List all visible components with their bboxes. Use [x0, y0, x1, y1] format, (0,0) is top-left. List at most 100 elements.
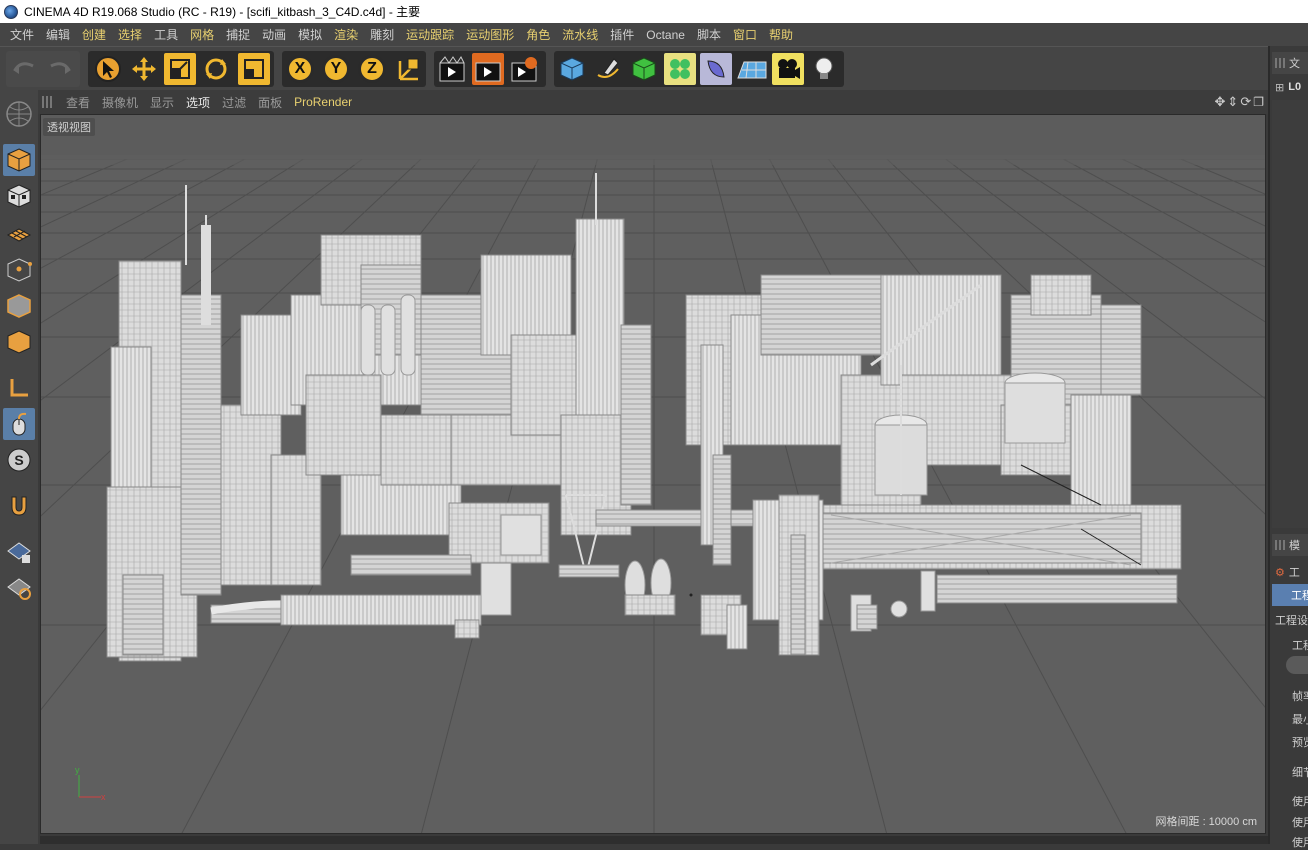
scene-render: y x — [41, 115, 1265, 833]
pen-spline-button[interactable] — [592, 53, 624, 85]
project-settings-section: 工程设 — [1272, 609, 1308, 631]
cube-object-button[interactable] — [556, 53, 588, 85]
viewport-menu-panel[interactable]: 面板 — [252, 94, 288, 111]
polygons-mode-button[interactable] — [3, 326, 35, 358]
project-tab-selected[interactable]: 工程 — [1272, 584, 1308, 606]
menu-item-10[interactable]: 雕刻 — [364, 26, 400, 43]
cloner-button[interactable] — [664, 53, 696, 85]
hierarchy-icon[interactable]: ⊞ — [1275, 81, 1284, 94]
rotate-tool-button[interactable] — [200, 53, 232, 85]
menu-item-16[interactable]: Octane — [640, 28, 691, 42]
objects-toolbar: ⊞ L0 — [1272, 76, 1308, 98]
menu-item-19[interactable]: 帮助 — [763, 26, 799, 43]
viewport-menu-display[interactable]: 显示 — [144, 94, 180, 111]
live-selection-button[interactable] — [92, 53, 124, 85]
lock-workplane-button[interactable] — [3, 536, 35, 568]
texture-mode-button[interactable] — [3, 180, 35, 212]
menu-item-4[interactable]: 工具 — [148, 26, 184, 43]
scale-tool-button[interactable] — [164, 53, 196, 85]
menu-item-2[interactable]: 创建 — [76, 26, 112, 43]
layer-icon-label[interactable]: L0 — [1288, 81, 1301, 93]
drag-handle-icon[interactable] — [42, 96, 54, 108]
project-settings-label: 工程设 — [1275, 615, 1308, 627]
menu-item-18[interactable]: 窗口 — [727, 26, 763, 43]
viewport-menu-cameras[interactable]: 摄像机 — [96, 94, 144, 111]
redo-button[interactable] — [44, 53, 76, 85]
planar-workplane-button[interactable] — [3, 572, 35, 604]
svg-text:x: x — [101, 792, 106, 802]
world-grid-icon[interactable] — [3, 98, 35, 130]
viewport-rotate-icon[interactable]: ⟳ — [1240, 94, 1251, 110]
model-mode-button[interactable] — [3, 144, 35, 176]
menu-item-5[interactable]: 网格 — [184, 26, 220, 43]
objects-tab-label: 文 — [1289, 58, 1300, 70]
undo-button[interactable] — [8, 53, 40, 85]
viewport-zoom-icon[interactable]: ⇕ — [1227, 94, 1238, 110]
menu-item-17[interactable]: 脚本 — [691, 26, 727, 43]
attr-label-4: 预览 — [1292, 737, 1308, 749]
solo-mode-button[interactable]: S — [3, 444, 35, 476]
grip-icon-2 — [1275, 540, 1285, 550]
viewport-maximize-icon[interactable]: ❐ — [1253, 95, 1264, 109]
attributes-mode-label[interactable]: 工 — [1289, 564, 1300, 580]
object-manager-area[interactable] — [1272, 100, 1308, 528]
attr-label-8: 使用 — [1292, 837, 1308, 849]
menu-bar: 文件 编辑 创建 选择 工具 网格 捕捉 动画 模拟 渲染 雕刻 运动跟踪 运动图形 角色 流水线 插件 Oct… — [0, 23, 1308, 46]
x-axis-lock-button[interactable]: X — [284, 53, 316, 85]
viewport-move-icon[interactable]: ✥ — [1215, 94, 1226, 110]
workplane-mode-button[interactable] — [3, 216, 35, 248]
viewport-name-label[interactable]: 透视视图 — [43, 118, 95, 136]
light-object-button[interactable] — [808, 53, 840, 85]
menu-item-8[interactable]: 模拟 — [292, 26, 328, 43]
menu-item-7[interactable]: 动画 — [256, 26, 292, 43]
viewport-menu-view[interactable]: 查看 — [60, 94, 96, 111]
viewport-menu-prorender[interactable]: ProRender — [288, 95, 358, 109]
attr-label-2: 帧率 — [1292, 691, 1308, 703]
deformer-button[interactable] — [700, 53, 732, 85]
perspective-viewport[interactable]: y x 透视视图 网格间距 : 10000 cm — [40, 114, 1266, 834]
axis-gizmo: y x — [75, 765, 106, 802]
project-scale-field[interactable] — [1286, 656, 1308, 674]
viewport-menu-options[interactable]: 选项 — [180, 94, 216, 111]
attr-label-7: 使用 — [1292, 817, 1308, 829]
move-tool-button[interactable] — [128, 53, 160, 85]
menu-item-0[interactable]: 文件 — [4, 26, 40, 43]
z-axis-lock-button[interactable]: Z — [356, 53, 388, 85]
menu-item-1[interactable]: 编辑 — [40, 26, 76, 43]
render-settings-button[interactable] — [508, 53, 540, 85]
attr-label-3: 最小 — [1292, 714, 1308, 726]
menu-item-3[interactable]: 选择 — [112, 26, 148, 43]
timeline-strip[interactable] — [40, 836, 1268, 844]
render-picture-viewer-button[interactable] — [472, 53, 504, 85]
menu-item-13[interactable]: 角色 — [520, 26, 556, 43]
viewport-menu-filter[interactable]: 过滤 — [216, 94, 252, 111]
points-mode-button[interactable] — [3, 254, 35, 286]
render-view-button[interactable] — [436, 53, 468, 85]
tweak-mode-button[interactable] — [3, 408, 35, 440]
svg-text:S: S — [14, 452, 23, 468]
svg-text:y: y — [75, 765, 80, 775]
menu-item-12[interactable]: 运动图形 — [460, 26, 520, 43]
camera-object-button[interactable] — [772, 53, 804, 85]
coordinate-system-button[interactable] — [392, 53, 424, 85]
menu-item-9[interactable]: 渲染 — [328, 26, 364, 43]
attr-label-6: 使用 — [1292, 796, 1308, 808]
menu-item-6[interactable]: 捕捉 — [220, 26, 256, 43]
menu-item-15[interactable]: 插件 — [604, 26, 640, 43]
attributes-panel-header[interactable]: 模 — [1272, 534, 1308, 556]
menu-item-14[interactable]: 流水线 — [556, 26, 604, 43]
grip-icon — [1275, 58, 1285, 68]
subdivision-surface-button[interactable] — [628, 53, 660, 85]
menu-item-11[interactable]: 运动跟踪 — [400, 26, 460, 43]
project-settings-icon[interactable]: ⚙ — [1275, 566, 1285, 579]
objects-panel-header[interactable]: 文 — [1272, 52, 1308, 74]
edges-mode-button[interactable] — [3, 290, 35, 322]
snap-magnet-button[interactable] — [3, 490, 35, 522]
attributes-mode-row: ⚙ 工 — [1272, 561, 1308, 583]
axis-mode-button[interactable] — [3, 372, 35, 404]
y-axis-lock-button[interactable]: Y — [320, 53, 352, 85]
floor-object-button[interactable] — [736, 53, 768, 85]
cinema4d-logo-icon — [4, 4, 18, 19]
last-tool-button[interactable] — [238, 53, 270, 85]
x-axis-label: X — [286, 55, 314, 83]
